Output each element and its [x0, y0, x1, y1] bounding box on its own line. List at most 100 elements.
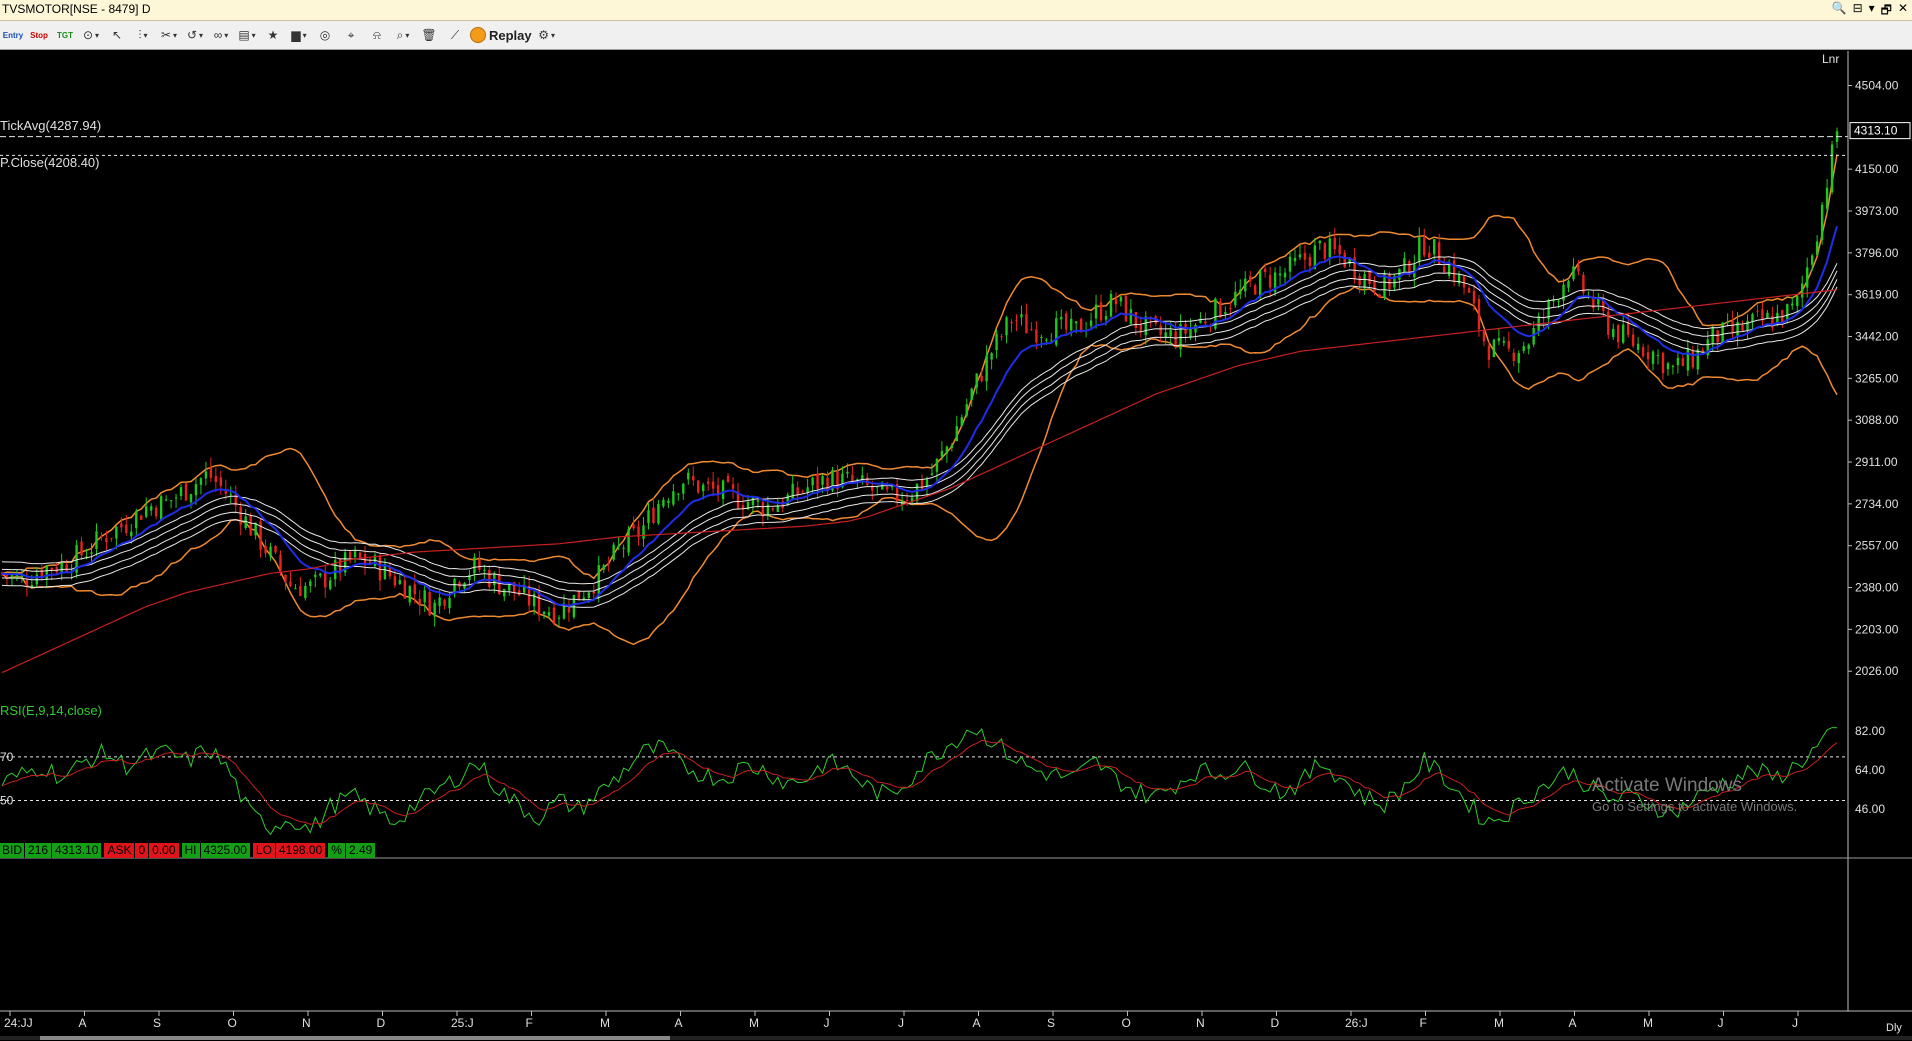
scale-mode-label[interactable]: Lnr: [1822, 52, 1839, 66]
delete-icon[interactable]: 🗑: [418, 24, 440, 46]
blue-ema-line: [1, 225, 1838, 607]
candle-body: [249, 516, 252, 536]
pointer-tool-icon[interactable]: ↖: [106, 24, 128, 46]
price-tick-label: 3973.00: [1855, 204, 1899, 218]
candle-body: [542, 611, 546, 615]
search-icon[interactable]: ⌕ ▾: [392, 24, 414, 46]
candle-body: [552, 607, 556, 624]
entry-label: Entry: [2, 30, 24, 40]
candle-body: [1671, 365, 1675, 368]
prev-close-label: P.Close(4208.40): [0, 155, 100, 170]
candle-body: [1746, 320, 1749, 331]
lo-label: LO: [252, 843, 275, 858]
layout-icon[interactable]: ⊟: [1853, 1, 1863, 22]
candle-body: [164, 499, 168, 501]
entry-button[interactable]: Entry: [2, 24, 24, 46]
candle-body: [488, 569, 491, 588]
candle-body: [448, 597, 451, 609]
link-icon[interactable]: ∞ ▾: [210, 24, 232, 46]
close-icon[interactable]: ✕: [1898, 1, 1908, 22]
magnet-icon[interactable]: ⌖: [340, 24, 362, 46]
candle-body: [1089, 320, 1093, 327]
replay-icon: [470, 27, 486, 43]
candle-body: [657, 503, 660, 524]
candle-body: [1820, 204, 1824, 240]
watermark-line1: Activate Windows: [1592, 775, 1742, 796]
window-controls: 🔍 ⊟ ▾ 🗗 ✕: [1832, 1, 1908, 22]
candle-body: [682, 483, 685, 494]
candle-body: [393, 576, 397, 586]
chart-area[interactable]: 70 50 4504.00 4150.00 3973.00 3796.00 3619.00…: [0, 51, 1912, 1040]
price-tick-label: 2911.00: [1855, 455, 1898, 469]
crosshair-tool-icon[interactable]: ⊙ ▾: [80, 24, 102, 46]
scrollbar-thumb[interactable]: [40, 1036, 670, 1040]
price-chart-svg[interactable]: 70 50 4504.00 4150.00 3973.00 3796.00 3619.00…: [0, 51, 1912, 1036]
candle-body: [915, 483, 919, 501]
replay-button[interactable]: Replay: [470, 24, 532, 46]
candle-body: [264, 545, 267, 554]
candle-body: [1641, 347, 1645, 357]
tick-avg-label: TickAvg(4287.94): [0, 118, 101, 133]
favorite-icon[interactable]: ★: [262, 24, 284, 46]
candle-body: [930, 473, 934, 475]
time-tick-label: A: [79, 1016, 87, 1030]
candle-body: [1030, 329, 1033, 331]
compare-icon[interactable]: ⟋: [444, 24, 466, 46]
candle-body: [95, 531, 98, 550]
candle-body: [353, 551, 357, 558]
candle-body: [145, 506, 148, 517]
alert-bell-icon[interactable]: ⍾: [366, 24, 388, 46]
candle-body: [55, 566, 58, 573]
candle-body: [1104, 316, 1108, 320]
candle-body: [796, 487, 799, 496]
price-tick-label: 3265.00: [1855, 371, 1899, 385]
candle-body: [1373, 280, 1376, 292]
scanner-icon[interactable]: ◎: [314, 24, 336, 46]
candle-body: [1666, 363, 1670, 370]
candle-body: [1766, 312, 1769, 319]
candle-body: [1796, 295, 1799, 306]
candle-body: [1278, 273, 1282, 276]
zoom-icon[interactable]: 🔍: [1832, 1, 1847, 22]
candle-body: [140, 515, 143, 520]
candle-body: [1234, 291, 1237, 306]
candle-body: [1447, 264, 1451, 276]
chart-type-icon[interactable]: ⫶ ▾: [132, 24, 154, 46]
candle-body: [756, 500, 760, 502]
candle-body: [612, 544, 615, 560]
template-icon[interactable]: ▤ ▾: [236, 24, 258, 46]
candle-body: [1174, 331, 1177, 347]
candle-body: [1020, 314, 1023, 318]
settings-gear-icon[interactable]: ⚙ ▾: [536, 24, 558, 46]
candle-body: [418, 598, 421, 605]
candle-body: [692, 476, 695, 481]
drawing-tools-icon[interactable]: ✂ ▾: [158, 24, 180, 46]
candle-body: [905, 499, 909, 501]
candle-body: [1547, 300, 1550, 319]
window-title: TVSMOTOR[NSE - 8479] D: [2, 2, 151, 16]
candle-body: [990, 353, 993, 360]
quote-bar: BID 216 4313.10 ASK 0 0.00 HI 4325.00 LO…: [0, 843, 376, 858]
rsi-title: RSI(E,9,14,close): [0, 703, 102, 718]
candle-body: [1035, 329, 1038, 343]
candle-body: [667, 500, 670, 504]
chevron-down-icon[interactable]: ▾: [1869, 1, 1875, 22]
candle-body: [463, 583, 466, 589]
interval-label[interactable]: Dly: [1886, 1022, 1902, 1034]
rsi-level-label: 50: [0, 794, 14, 808]
candle-body: [1040, 337, 1043, 339]
candle-body: [20, 575, 24, 578]
candle-body: [1502, 341, 1506, 343]
candle-body: [1368, 270, 1371, 285]
candle-body: [1005, 317, 1008, 336]
stop-button[interactable]: Stop: [28, 24, 50, 46]
candle-body: [433, 602, 436, 617]
trendline-tool-icon[interactable]: ↺ ▾: [184, 24, 206, 46]
time-tick-label: A: [675, 1016, 683, 1030]
lo-value: 4198.00: [274, 843, 326, 858]
target-button[interactable]: TGT: [54, 24, 76, 46]
indicator-icon[interactable]: ▆ ▾: [288, 24, 310, 46]
rsi-tick-label: 64.00: [1855, 763, 1885, 777]
time-tick-label: J: [1718, 1016, 1724, 1030]
restore-icon[interactable]: 🗗: [1881, 1, 1892, 22]
